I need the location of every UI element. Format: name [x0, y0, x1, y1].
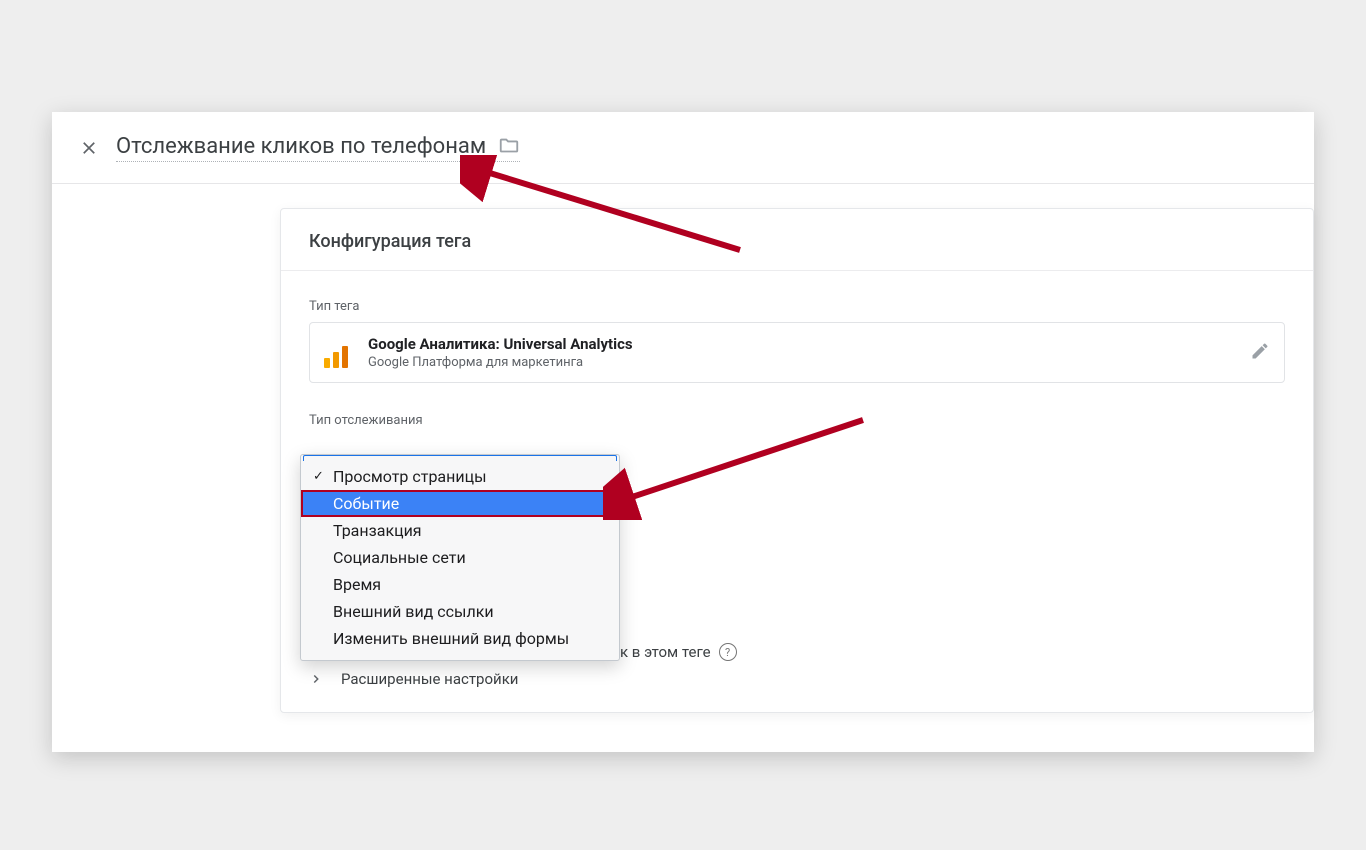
- chevron-right-icon: [309, 672, 323, 686]
- panel-title: Конфигурация тега: [281, 209, 1313, 271]
- page-title: Отслежвание кликов по телефонам: [116, 134, 486, 159]
- dropdown-option[interactable]: ✓ Просмотр страницы: [301, 463, 619, 490]
- dropdown-option[interactable]: Транзакция: [301, 517, 619, 544]
- analytics-icon: [324, 338, 354, 368]
- dialog-header: Отслежвание кликов по телефонам: [52, 112, 1314, 184]
- dropdown-option[interactable]: Социальные сети: [301, 544, 619, 571]
- dropdown-option[interactable]: Время: [301, 571, 619, 598]
- override-settings-row[interactable]: ек в этом теге ?: [612, 643, 737, 661]
- dropdown-option-label: Социальные сети: [333, 548, 466, 567]
- dropdown-option-label: Время: [333, 575, 381, 594]
- folder-icon: [498, 135, 520, 157]
- dropdown-focus-ring: [303, 455, 617, 461]
- tracking-type-label: Тип отслеживания: [309, 413, 1285, 428]
- dropdown-option[interactable]: Событие: [301, 490, 619, 517]
- dropdown-option-label: Изменить внешний вид формы: [333, 629, 569, 648]
- tag-type-card[interactable]: Google Аналитика: Universal Analytics Go…: [309, 322, 1285, 383]
- tag-name: Google Аналитика: Universal Analytics: [368, 335, 633, 353]
- advanced-settings-toggle[interactable]: Расширенные настройки: [309, 670, 1285, 688]
- tag-sub: Google Платформа для маркетинга: [368, 355, 633, 370]
- dropdown-option-label: Просмотр страницы: [333, 467, 487, 486]
- override-suffix: ек в этом теге: [612, 643, 711, 661]
- close-button[interactable]: [68, 127, 110, 169]
- close-icon: [80, 139, 98, 157]
- help-icon[interactable]: ?: [719, 643, 737, 661]
- check-icon: ✓: [313, 469, 329, 484]
- dropdown-option-label: Транзакция: [333, 521, 422, 540]
- dropdown-option[interactable]: Изменить внешний вид формы: [301, 625, 619, 652]
- tag-type-label: Тип тега: [309, 299, 1285, 314]
- dropdown-option-label: Внешний вид ссылки: [333, 602, 494, 621]
- dropdown-option-label: Событие: [333, 494, 399, 513]
- tracking-type-dropdown[interactable]: ✓ Просмотр страницы Событие Транзакция Социа…: [300, 454, 620, 661]
- advanced-label: Расширенные настройки: [341, 670, 518, 688]
- dropdown-option[interactable]: Внешний вид ссылки: [301, 598, 619, 625]
- edit-tag-button[interactable]: [1250, 341, 1270, 365]
- title-input[interactable]: Отслежвание кликов по телефонам: [116, 134, 520, 162]
- pencil-icon: [1250, 341, 1270, 361]
